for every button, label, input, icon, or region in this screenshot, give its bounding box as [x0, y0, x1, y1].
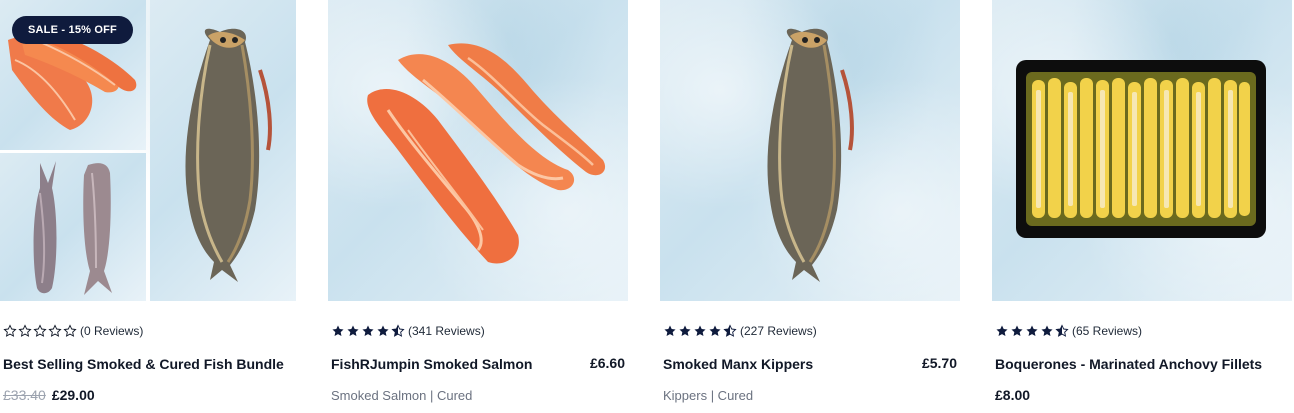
rating-stars — [663, 324, 737, 338]
product-price: £6.60 — [589, 355, 625, 371]
product-title[interactable]: Smoked Manx Kippers — [663, 356, 813, 372]
star-filled-icon — [377, 325, 389, 337]
original-price: £33.40 — [3, 387, 46, 403]
product-card[interactable]: (65 Reviews) Boquerones - Marinated Anch… — [992, 0, 1294, 413]
product-image[interactable] — [328, 0, 628, 301]
product-rating: (0 Reviews) — [3, 323, 143, 339]
star-half-icon — [723, 324, 737, 337]
rating-stars — [3, 324, 77, 338]
product-rating: (341 Reviews) — [331, 323, 485, 339]
star-filled-icon — [1026, 325, 1038, 337]
star-filled-icon — [1041, 325, 1053, 337]
rating-stars — [995, 324, 1069, 338]
star-filled-icon — [347, 325, 359, 337]
star-empty-icon — [63, 324, 77, 337]
star-filled-icon — [694, 325, 706, 337]
star-empty-icon — [48, 324, 62, 337]
star-half-icon — [391, 324, 405, 337]
review-count[interactable]: (65 Reviews) — [1072, 324, 1142, 338]
price-row: £33.40 £29.00 — [3, 387, 95, 403]
product-price: £5.70 — [921, 355, 957, 371]
review-count[interactable]: (341 Reviews) — [408, 324, 485, 338]
star-empty-icon — [33, 324, 47, 337]
product-card[interactable]: (227 Reviews) Smoked Manx Kippers £5.70 … — [660, 0, 962, 413]
review-count[interactable]: (0 Reviews) — [80, 324, 143, 338]
star-filled-icon — [664, 325, 676, 337]
product-title[interactable]: Boquerones - Marinated Anchovy Fillets — [995, 356, 1262, 372]
star-empty-icon — [3, 324, 17, 337]
sale-badge: SALE - 15% OFF — [12, 16, 133, 44]
star-filled-icon — [709, 325, 721, 337]
star-half-icon — [1055, 324, 1069, 337]
product-rating: (65 Reviews) — [995, 323, 1142, 339]
product-title[interactable]: Best Selling Smoked & Cured Fish Bundle — [3, 356, 284, 372]
product-image[interactable]: SALE - 15% OFF — [0, 0, 300, 301]
kippers-image — [767, 28, 854, 282]
product-rating: (227 Reviews) — [663, 323, 817, 339]
product-price: £8.00 — [995, 387, 1031, 403]
product-categories: Smoked Salmon | Cured — [331, 388, 473, 403]
product-image[interactable] — [660, 0, 960, 301]
product-grid: SALE - 15% OFF (0 Reviews) Best Selling … — [0, 0, 1294, 413]
product-categories: Kippers | Cured — [663, 388, 754, 403]
star-filled-icon — [996, 325, 1008, 337]
smoked-salmon-image — [367, 43, 606, 264]
star-empty-icon — [18, 324, 32, 337]
product-image[interactable] — [992, 0, 1292, 301]
product-card[interactable]: (341 Reviews) FishRJumpin Smoked Salmon … — [328, 0, 630, 413]
star-filled-icon — [332, 325, 344, 337]
star-filled-icon — [679, 325, 691, 337]
star-filled-icon — [362, 325, 374, 337]
product-title[interactable]: FishRJumpin Smoked Salmon — [331, 356, 532, 372]
price-row: £8.00 — [995, 387, 1030, 403]
product-card[interactable]: SALE - 15% OFF (0 Reviews) Best Selling … — [0, 0, 302, 413]
sale-price: £29.00 — [51, 387, 95, 403]
review-count[interactable]: (227 Reviews) — [740, 324, 817, 338]
rating-stars — [331, 324, 405, 338]
star-filled-icon — [1011, 325, 1023, 337]
anchovy-tray-image — [1016, 60, 1266, 238]
